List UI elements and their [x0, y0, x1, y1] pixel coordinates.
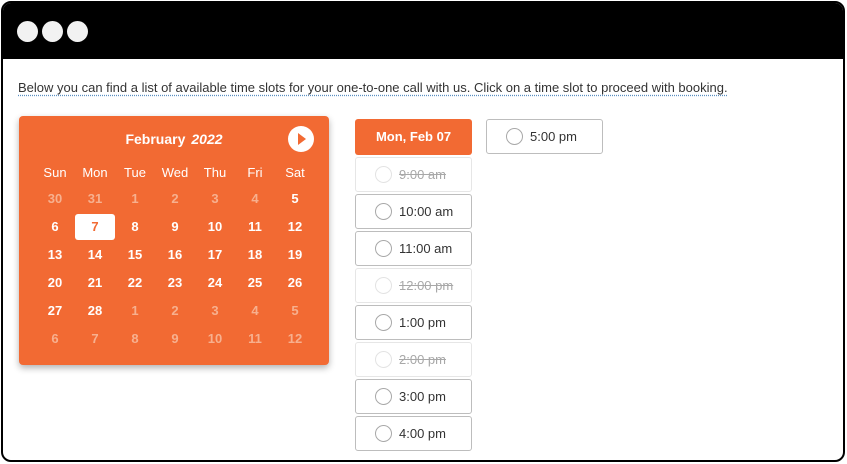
calendar-day[interactable]: 11 [235, 214, 275, 240]
time-slots-column: Mon, Feb 07 9:00 am 10:00 am 11:00 am 12:00… [355, 119, 472, 451]
calendar-day: 9 [171, 331, 179, 346]
time-slot-button[interactable]: 4:00 pm [355, 416, 472, 451]
calendar-day[interactable]: 13 [35, 242, 75, 268]
time-slot-button[interactable]: 10:00 am [355, 194, 472, 229]
time-slot-button: 2:00 pm [355, 342, 472, 377]
time-slot-label: 3:00 pm [399, 389, 446, 404]
calendar-week-row: 20 21 22 23 24 25 26 [35, 270, 315, 298]
calendar-week-row: 13 14 15 16 17 18 19 [35, 242, 315, 270]
time-slot-button[interactable]: 1:00 pm [355, 305, 472, 340]
calendar-day[interactable]: 6 [35, 214, 75, 240]
time-slot-label: 12:00 pm [399, 278, 454, 293]
weekday-label: Fri [247, 165, 263, 180]
calendar-day: 12 [287, 331, 303, 346]
weekday-label: Mon [82, 165, 108, 180]
browser-window: Below you can find a list of available t… [1, 1, 845, 462]
calendar-day: 1 [131, 191, 139, 206]
calendar-day[interactable]: 18 [235, 242, 275, 268]
radio-circle-icon [375, 388, 392, 405]
time-slot-label: 2:00 pm [399, 352, 446, 367]
calendar-day[interactable]: 17 [195, 242, 235, 268]
selected-date-header[interactable]: Mon, Feb 07 [355, 119, 472, 155]
radio-circle-icon [375, 425, 392, 442]
window-titlebar [3, 3, 843, 59]
calendar-week-row: 6 7 8 9 10 11 12 [35, 214, 315, 242]
calendar-day[interactable]: 5 [275, 186, 315, 212]
calendar-day[interactable]: 15 [115, 242, 155, 268]
calendar-day: 3 [211, 303, 219, 318]
window-dot-icon [67, 21, 88, 42]
radio-circle-icon [375, 166, 392, 183]
intro-text: Below you can find a list of available t… [18, 80, 728, 95]
calendar-year: 2022 [191, 131, 223, 147]
calendar-day[interactable]: 8 [115, 214, 155, 240]
radio-circle-icon [375, 314, 392, 331]
calendar-day: 10 [207, 331, 223, 346]
calendar-day: 30 [47, 191, 63, 206]
time-slot-button[interactable]: 11:00 am [355, 231, 472, 266]
calendar-day[interactable]: 12 [275, 214, 315, 240]
radio-circle-icon [375, 203, 392, 220]
calendar-week-row: 6 7 8 9 10 11 12 [35, 326, 315, 354]
calendar-day[interactable]: 16 [155, 242, 195, 268]
window-dot-icon [42, 21, 63, 42]
calendar-day: 5 [291, 303, 299, 318]
calendar-day[interactable]: 22 [115, 270, 155, 296]
calendar-day: 2 [171, 191, 179, 206]
calendar-day: 4 [251, 191, 259, 206]
weekday-label: Sat [285, 165, 305, 180]
calendar-day[interactable]: 28 [75, 298, 115, 324]
calendar-day[interactable]: 23 [155, 270, 195, 296]
time-slots-column-2: 5:00 pm [486, 119, 603, 154]
radio-circle-icon [375, 277, 392, 294]
time-slot-label: 5:00 pm [530, 129, 577, 144]
calendar-day[interactable]: 27 [35, 298, 75, 324]
calendar-day[interactable]: 24 [195, 270, 235, 296]
calendar-day: 6 [51, 331, 59, 346]
window-dot-icon [17, 21, 38, 42]
time-slot-label: 9:00 am [399, 167, 446, 182]
time-slot-button: 12:00 pm [355, 268, 472, 303]
time-slot-button[interactable]: 5:00 pm [486, 119, 603, 154]
radio-circle-icon [375, 351, 392, 368]
calendar-day: 11 [248, 331, 262, 346]
calendar-day[interactable]: 25 [235, 270, 275, 296]
weekday-label: Sun [43, 165, 67, 180]
calendar-day[interactable]: 21 [75, 270, 115, 296]
calendar-day: 4 [251, 303, 259, 318]
radio-circle-icon [375, 240, 392, 257]
calendar-day-selected[interactable]: 7 [75, 214, 115, 240]
weekday-label: Tue [124, 165, 146, 180]
calendar-week-row: 30 31 1 2 3 4 5 [35, 186, 315, 214]
calendar-grid: Sun Mon Tue Wed Thu Fri Sat 30 31 1 2 3 4 5 6 7 8 9 10 11 12… [35, 160, 315, 354]
time-slot-button[interactable]: 3:00 pm [355, 379, 472, 414]
weekday-header-row: Sun Mon Tue Wed Thu Fri Sat [35, 160, 315, 186]
calendar-day: 31 [87, 191, 103, 206]
calendar-day: 2 [171, 303, 179, 318]
calendar-day: 8 [131, 331, 139, 346]
time-slot-button: 9:00 am [355, 157, 472, 192]
time-slot-label: 4:00 pm [399, 426, 446, 441]
time-slot-label: 1:00 pm [399, 315, 446, 330]
calendar-day[interactable]: 26 [275, 270, 315, 296]
radio-circle-icon [506, 128, 523, 145]
weekday-label: Thu [203, 165, 227, 180]
calendar-day[interactable]: 10 [195, 214, 235, 240]
calendar-title: February 2022 [19, 131, 329, 147]
calendar-day[interactable]: 9 [155, 214, 195, 240]
calendar-day: 7 [91, 331, 99, 346]
calendar-day[interactable]: 20 [35, 270, 75, 296]
calendar-day: 1 [131, 303, 139, 318]
calendar: February 2022 Sun Mon Tue Wed Thu Fri Sat 30 31 1 2… [19, 116, 329, 365]
calendar-day: 3 [211, 191, 219, 206]
next-month-button[interactable] [288, 126, 314, 152]
calendar-day[interactable]: 19 [275, 242, 315, 268]
calendar-week-row: 27 28 1 2 3 4 5 [35, 298, 315, 326]
time-slot-label: 10:00 am [399, 204, 454, 219]
time-slot-label: 11:00 am [399, 241, 453, 256]
weekday-label: Wed [161, 165, 189, 180]
calendar-month: February [125, 131, 186, 147]
calendar-day[interactable]: 14 [75, 242, 115, 268]
